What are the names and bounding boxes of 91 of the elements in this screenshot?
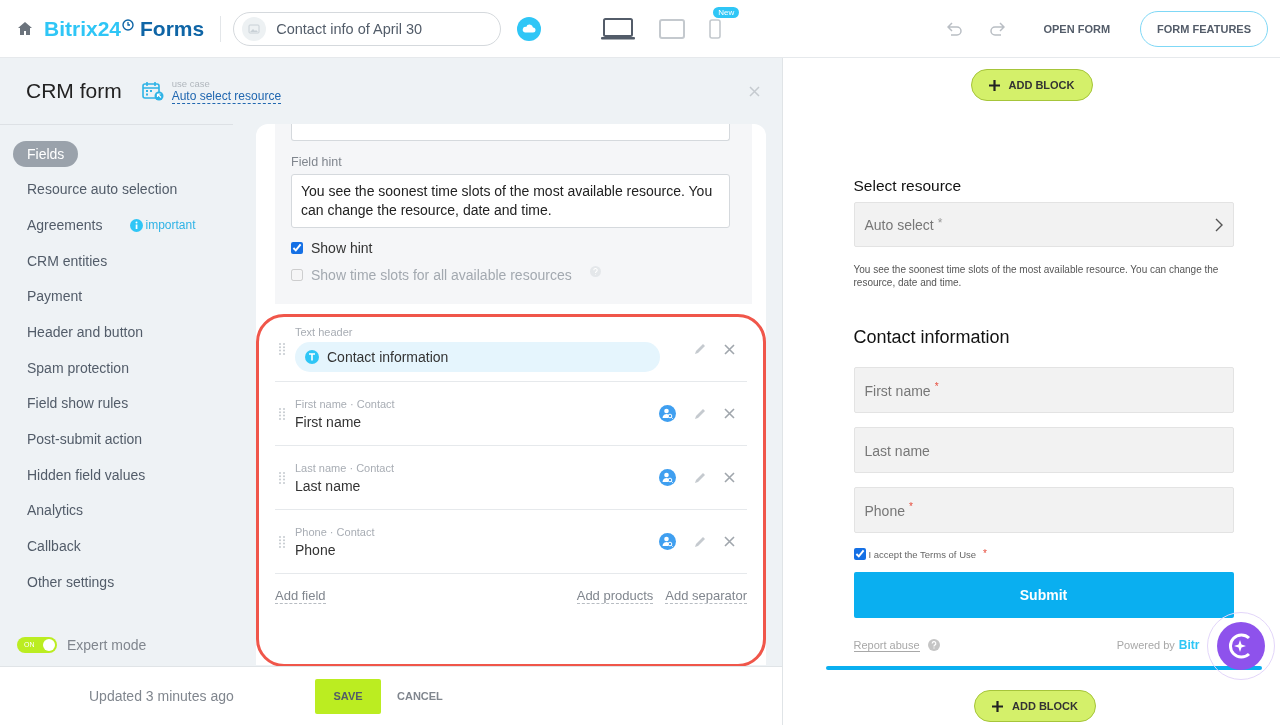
- important-label: important: [145, 218, 196, 233]
- sidebar-item[interactable]: Payment: [13, 283, 97, 310]
- field-label: Field hint: [291, 155, 343, 169]
- field-caption: Phone · Contact: [295, 525, 376, 538]
- sidebar-item[interactable]: Header and button: [13, 319, 157, 346]
- field-caption: First name · Contact: [295, 397, 396, 410]
- form-features-button[interactable]: FORM FEATURES: [1140, 10, 1268, 47]
- chevron-right-icon: [1214, 217, 1223, 232]
- home-icon[interactable]: [18, 22, 32, 35]
- resource-select[interactable]: Auto select *: [853, 202, 1234, 247]
- field-caption: Last name · Contact: [295, 461, 396, 474]
- drag-handle-icon[interactable]: [279, 535, 285, 548]
- pencil-icon[interactable]: [694, 343, 706, 355]
- powered-by-text: Powered by: [1116, 639, 1175, 651]
- option-label: Show hint: [311, 239, 373, 256]
- field-name: Phone: [295, 541, 337, 558]
- field-name: Last name: [295, 477, 362, 494]
- close-icon[interactable]: [724, 343, 735, 355]
- updated-text: Updated 3 minutes ago: [89, 688, 235, 704]
- brand-text: Bitr: [1178, 638, 1200, 652]
- text-input[interactable]: First name *: [853, 367, 1234, 413]
- sidebar-item[interactable]: CRM entities: [13, 247, 122, 274]
- info-icon: [130, 218, 144, 232]
- logo-product: Forms: [140, 16, 205, 41]
- text-input[interactable]: Last name: [853, 427, 1234, 473]
- field-name: First name: [295, 413, 363, 430]
- sidebar-item[interactable]: Other settings: [13, 568, 129, 595]
- close-icon[interactable]: [724, 536, 735, 547]
- save-button[interactable]: SAVE: [315, 678, 381, 714]
- add-field-link[interactable]: Add field: [275, 588, 326, 604]
- section-title: Contact information: [853, 327, 1011, 348]
- laptop-icon[interactable]: [601, 17, 636, 40]
- sidebar-item[interactable]: Field show rules: [13, 390, 143, 417]
- required-mark: *: [909, 501, 913, 512]
- hint-textarea[interactable]: You see the soonest time slots of the most available resource. You can change the resource, date and time.: [291, 174, 730, 228]
- contact-search-icon[interactable]: [659, 533, 676, 550]
- pencil-icon[interactable]: [694, 535, 706, 548]
- field-caption: Text header: [295, 326, 354, 338]
- contact-search-icon[interactable]: [659, 469, 676, 486]
- image-icon: [242, 16, 267, 41]
- sidebar-item[interactable]: Post-submit action: [13, 426, 157, 453]
- pencil-icon[interactable]: [694, 407, 706, 420]
- close-icon[interactable]: [724, 408, 735, 419]
- close-icon[interactable]: [749, 85, 760, 97]
- text-input[interactable]: Phone *: [853, 487, 1234, 533]
- drag-handle-icon[interactable]: [279, 407, 285, 420]
- sidebar-item[interactable]: Resource auto selection: [13, 176, 192, 203]
- plus-icon: [988, 79, 1000, 91]
- option-label: Show time slots for all available resources: [311, 266, 572, 283]
- add-products-link[interactable]: Add products: [576, 588, 654, 604]
- undo-icon[interactable]: [947, 21, 964, 36]
- sidebar-item[interactable]: Hidden field values: [13, 461, 160, 488]
- contact-search-icon[interactable]: [659, 405, 676, 422]
- drag-handle-icon[interactable]: [279, 343, 285, 355]
- new-badge: New: [713, 6, 740, 18]
- assistant-icon: [1216, 621, 1266, 671]
- checkbox[interactable]: [291, 241, 303, 254]
- add-separator-link[interactable]: Add separator: [665, 588, 747, 604]
- redo-icon[interactable]: [989, 21, 1006, 36]
- hint-text: You see the soonest time slots of the most available resource. You can change the resource, date and time.: [853, 263, 1220, 289]
- sidebar-item[interactable]: Agreements: [13, 212, 117, 239]
- section-title: Select resource: [853, 177, 963, 195]
- open-form-button[interactable]: OPEN FORM: [1037, 21, 1117, 36]
- tablet-icon[interactable]: [659, 18, 686, 39]
- consent-label: I accept the Terms of Use: [868, 548, 977, 560]
- sidebar-item[interactable]: Spam protection: [13, 354, 143, 381]
- panel-title: CRM form: [26, 79, 122, 103]
- plus-icon: [992, 700, 1003, 712]
- add-block-button[interactable]: ADD BLOCK: [974, 690, 1096, 722]
- help-icon: [589, 266, 601, 277]
- sidebar-item[interactable]: Analytics: [13, 497, 98, 524]
- help-icon: [927, 639, 940, 651]
- checkbox[interactable]: [853, 548, 866, 560]
- logo-brand: Bitrix24: [44, 16, 122, 41]
- close-icon[interactable]: [724, 472, 735, 483]
- header-field[interactable]: Contact information: [295, 342, 660, 372]
- calendar-icon: [141, 81, 164, 101]
- clock-icon: [122, 18, 135, 31]
- pencil-icon[interactable]: [694, 471, 706, 484]
- add-block-button[interactable]: ADD BLOCK: [970, 69, 1093, 101]
- drag-handle-icon[interactable]: [279, 471, 285, 484]
- required-mark: *: [934, 381, 939, 392]
- sidebar-item[interactable]: Callback: [13, 533, 95, 560]
- required-mark: *: [983, 547, 987, 559]
- phone-icon[interactable]: [709, 18, 722, 39]
- use-case-link[interactable]: Auto select resource: [171, 89, 282, 104]
- cancel-button[interactable]: CANCEL: [391, 689, 449, 703]
- toggle-label: Expert mode: [67, 637, 147, 653]
- required-mark: *: [937, 216, 943, 230]
- text-type-icon: [305, 350, 319, 364]
- cloud-icon[interactable]: [517, 16, 542, 41]
